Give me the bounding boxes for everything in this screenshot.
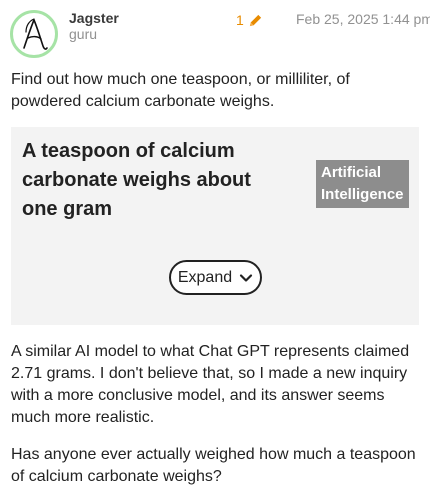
pencil-icon [249,14,261,26]
post-paragraph-3: Has anyone ever actually weighed how muc… [11,446,416,485]
author-title: guru [69,26,98,42]
atheism-a-icon [23,18,48,50]
ai-summary-box: A teaspoon of calcium carbonate weighs a… [11,127,419,325]
expand-button[interactable]: Expand [169,260,262,295]
ai-summary-title: A teaspoon of calcium carbonate weighs a… [22,140,251,220]
post-header: Jagster guru 1 Feb 25, 2025 1:44 pm [0,0,430,66]
post-paragraph-1: Find out how much one teaspoon, or milli… [11,71,350,110]
avatar[interactable] [10,10,58,58]
expand-label: Expand [177,268,233,286]
edit-history-button[interactable]: 1 [236,11,263,29]
post-paragraph-2: A similar AI model to what Chat GPT repr… [11,343,410,426]
edit-count: 1 [236,12,244,28]
ai-tag: Artificial Intelligence [316,160,409,208]
chevron-down-icon [240,273,253,282]
author-username[interactable]: Jagster [69,10,119,26]
post-date[interactable]: Feb 25, 2025 1:44 pm [296,11,430,27]
